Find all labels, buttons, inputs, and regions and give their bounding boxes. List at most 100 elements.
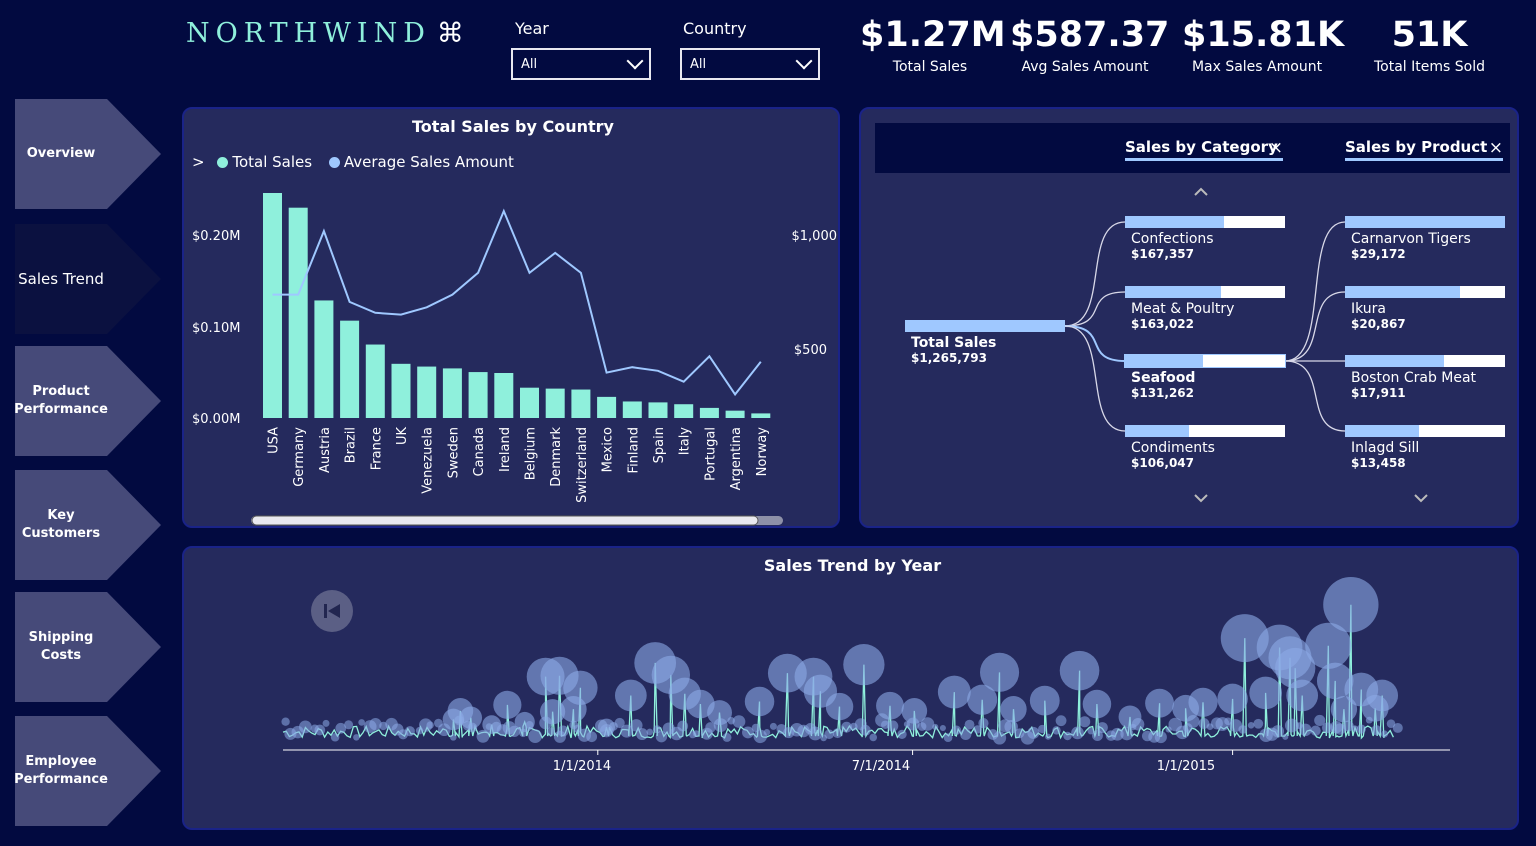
chevron-up-icon[interactable]: [1194, 187, 1208, 196]
bar-finland[interactable]: [622, 401, 642, 418]
data-point-bubble[interactable]: [732, 715, 746, 728]
data-point-bubble[interactable]: [1217, 683, 1248, 715]
data-point-bubble[interactable]: [707, 700, 732, 726]
data-point-bubble[interactable]: [943, 733, 953, 742]
data-point-bubble[interactable]: [1079, 716, 1091, 728]
data-point-bubble[interactable]: [1145, 688, 1174, 718]
chevron-down-icon[interactable]: [1194, 494, 1208, 503]
bar-sweden[interactable]: [442, 368, 462, 418]
data-point-bubble[interactable]: [557, 725, 569, 737]
data-point-bubble[interactable]: [1247, 722, 1255, 729]
data-point-bubble[interactable]: [1052, 726, 1061, 735]
bar-portugal[interactable]: [699, 407, 719, 418]
bar-france[interactable]: [365, 344, 385, 418]
bar-norway[interactable]: [751, 413, 771, 418]
data-point-bubble[interactable]: [636, 728, 649, 741]
data-point-bubble[interactable]: [314, 724, 326, 736]
tree-node-bar-product[interactable]: [1345, 286, 1505, 298]
data-point-bubble[interactable]: [964, 719, 975, 730]
data-point-bubble[interactable]: [281, 717, 290, 726]
data-point-bubble[interactable]: [951, 725, 962, 735]
tree-node-bar-category[interactable]: [1125, 286, 1285, 298]
year-dropdown[interactable]: All: [511, 48, 651, 80]
data-point-bubble[interactable]: [763, 729, 771, 736]
country-dropdown[interactable]: All: [680, 48, 820, 80]
bar-brazil[interactable]: [340, 320, 360, 418]
data-point-bubble[interactable]: [1059, 650, 1100, 691]
nav-product-performance[interactable]: Product Performance: [14, 346, 161, 456]
data-point-bubble[interactable]: [843, 644, 885, 686]
data-point-bubble[interactable]: [1253, 718, 1264, 729]
data-point-bubble[interactable]: [514, 711, 535, 733]
data-point-bubble[interactable]: [869, 733, 878, 742]
data-point-bubble[interactable]: [330, 733, 340, 742]
data-point-bubble[interactable]: [1071, 726, 1084, 740]
bar-uk[interactable]: [391, 363, 411, 418]
bar-canada[interactable]: [468, 372, 488, 418]
data-point-bubble[interactable]: [646, 728, 654, 736]
data-point-bubble[interactable]: [1366, 679, 1399, 712]
data-point-bubble[interactable]: [1118, 705, 1142, 729]
data-point-bubble[interactable]: [1371, 725, 1382, 736]
bar-belgium[interactable]: [520, 387, 539, 418]
bar-germany[interactable]: [288, 207, 308, 418]
data-point-bubble[interactable]: [832, 728, 843, 739]
data-point-bubble[interactable]: [1096, 722, 1108, 734]
tree-node-bar-root[interactable]: [905, 320, 1065, 332]
data-point-bubble[interactable]: [744, 686, 775, 717]
data-point-bubble[interactable]: [1063, 731, 1072, 741]
data-point-bubble[interactable]: [1392, 722, 1403, 733]
data-point-bubble[interactable]: [528, 729, 543, 744]
data-point-bubble[interactable]: [1323, 577, 1379, 633]
data-point-bubble[interactable]: [692, 730, 700, 738]
data-point-bubble[interactable]: [825, 692, 854, 721]
bar-spain[interactable]: [648, 402, 668, 418]
data-point-bubble[interactable]: [937, 675, 971, 709]
data-point-bubble[interactable]: [1286, 679, 1319, 712]
data-point-bubble[interactable]: [824, 729, 834, 740]
data-point-bubble[interactable]: [887, 720, 899, 732]
data-point-bubble[interactable]: [897, 729, 907, 740]
data-point-bubble[interactable]: [344, 720, 354, 730]
data-point-bubble[interactable]: [1000, 695, 1027, 723]
tree-node-bar-product[interactable]: [1345, 355, 1505, 367]
data-point-bubble[interactable]: [1055, 715, 1067, 727]
data-point-bubble[interactable]: [493, 690, 522, 719]
bar-italy[interactable]: [674, 404, 694, 418]
tree-node-bar-product[interactable]: [1345, 425, 1505, 437]
data-point-bubble[interactable]: [1082, 689, 1112, 719]
nav-overview[interactable]: Overview: [15, 99, 161, 209]
data-point-bubble[interactable]: [939, 724, 946, 732]
tree-node-bar-category[interactable]: [1125, 355, 1285, 367]
data-point-bubble[interactable]: [1310, 725, 1321, 736]
nav-sales-trend[interactable]: Sales Trend: [15, 224, 161, 334]
data-point-bubble[interactable]: [1188, 687, 1218, 717]
data-point-bubble[interactable]: [979, 652, 1020, 692]
data-point-bubble[interactable]: [404, 726, 415, 737]
data-point-bubble[interactable]: [563, 670, 598, 705]
data-point-bubble[interactable]: [1271, 725, 1285, 738]
bar-venezuela[interactable]: [417, 366, 437, 418]
bar-denmark[interactable]: [545, 388, 565, 418]
data-point-bubble[interactable]: [546, 727, 555, 736]
data-point-bubble[interactable]: [677, 720, 689, 732]
bar-austria[interactable]: [314, 300, 334, 418]
data-point-bubble[interactable]: [1154, 731, 1167, 744]
tree-node-bar-product[interactable]: [1345, 216, 1505, 228]
chevron-down-icon[interactable]: [1414, 494, 1428, 503]
data-point-bubble[interactable]: [932, 723, 939, 731]
data-point-bubble[interactable]: [450, 734, 457, 741]
data-point-bubble[interactable]: [597, 718, 616, 736]
data-point-bubble[interactable]: [353, 734, 360, 741]
data-point-bubble[interactable]: [769, 722, 777, 730]
data-point-bubble[interactable]: [1238, 725, 1248, 734]
data-point-bubble[interactable]: [586, 731, 598, 743]
data-point-bubble[interactable]: [322, 719, 330, 727]
data-point-bubble[interactable]: [1299, 723, 1312, 737]
data-point-bubble[interactable]: [860, 724, 871, 736]
data-point-bubble[interactable]: [992, 731, 1007, 745]
nav-employee-performance[interactable]: Employee Performance: [14, 716, 161, 826]
bar-usa[interactable]: [263, 193, 282, 418]
data-point-bubble[interactable]: [459, 706, 483, 729]
data-point-bubble[interactable]: [960, 728, 972, 741]
